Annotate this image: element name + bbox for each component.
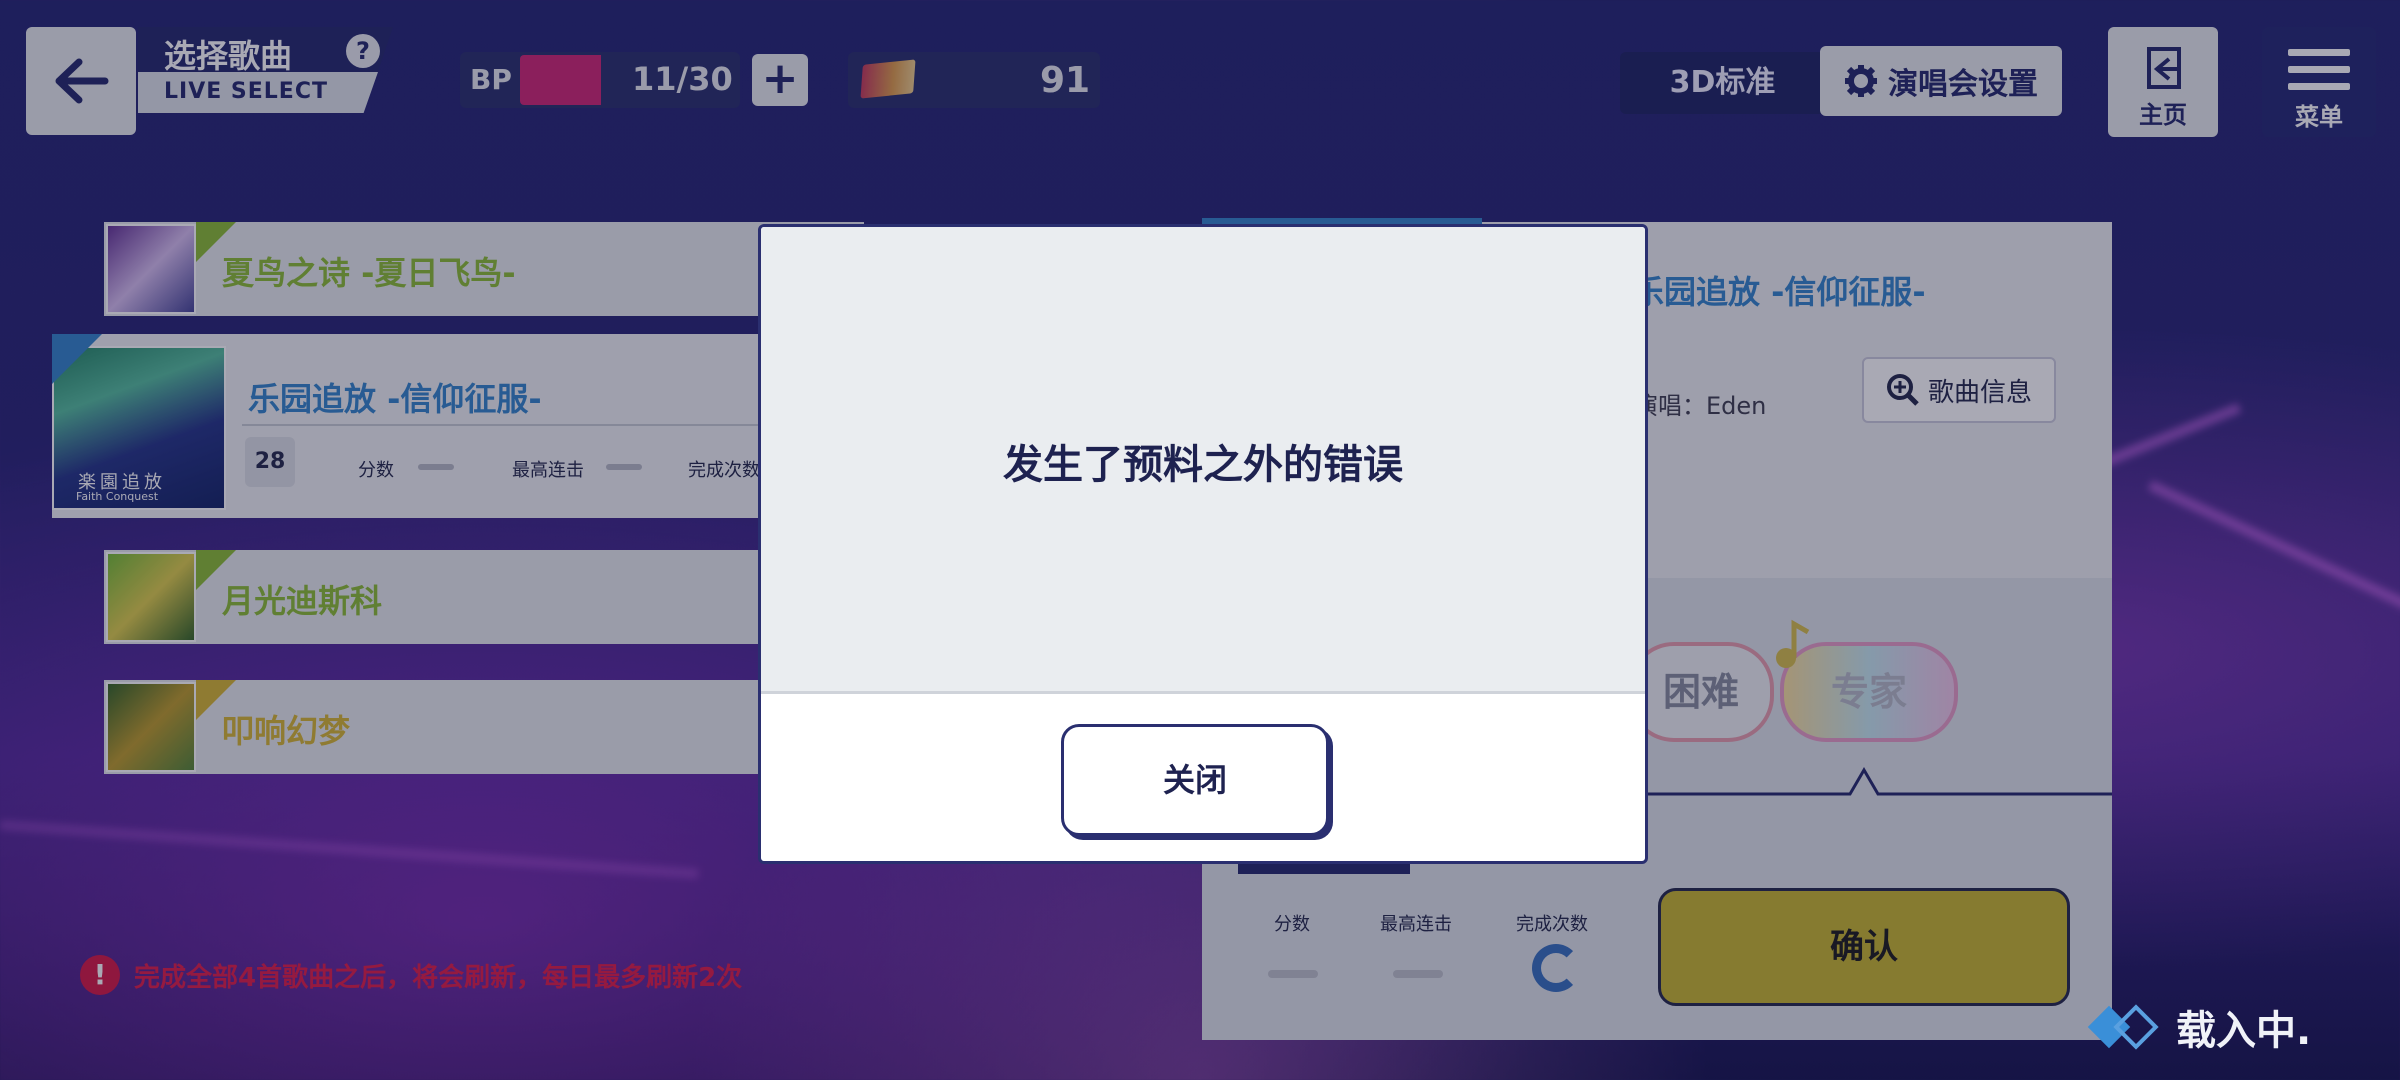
error-dialog: 发生了预料之外的错误 关闭 xyxy=(758,224,1648,864)
loading-text: 载入中. xyxy=(2176,1008,2312,1054)
error-dialog-body: 发生了预料之外的错误 xyxy=(761,227,1645,694)
close-button[interactable]: 关闭 xyxy=(1061,724,1329,836)
loading-indicator: 载入中. xyxy=(2087,998,2312,1056)
error-message: 发生了预料之外的错误 xyxy=(1003,442,1403,488)
